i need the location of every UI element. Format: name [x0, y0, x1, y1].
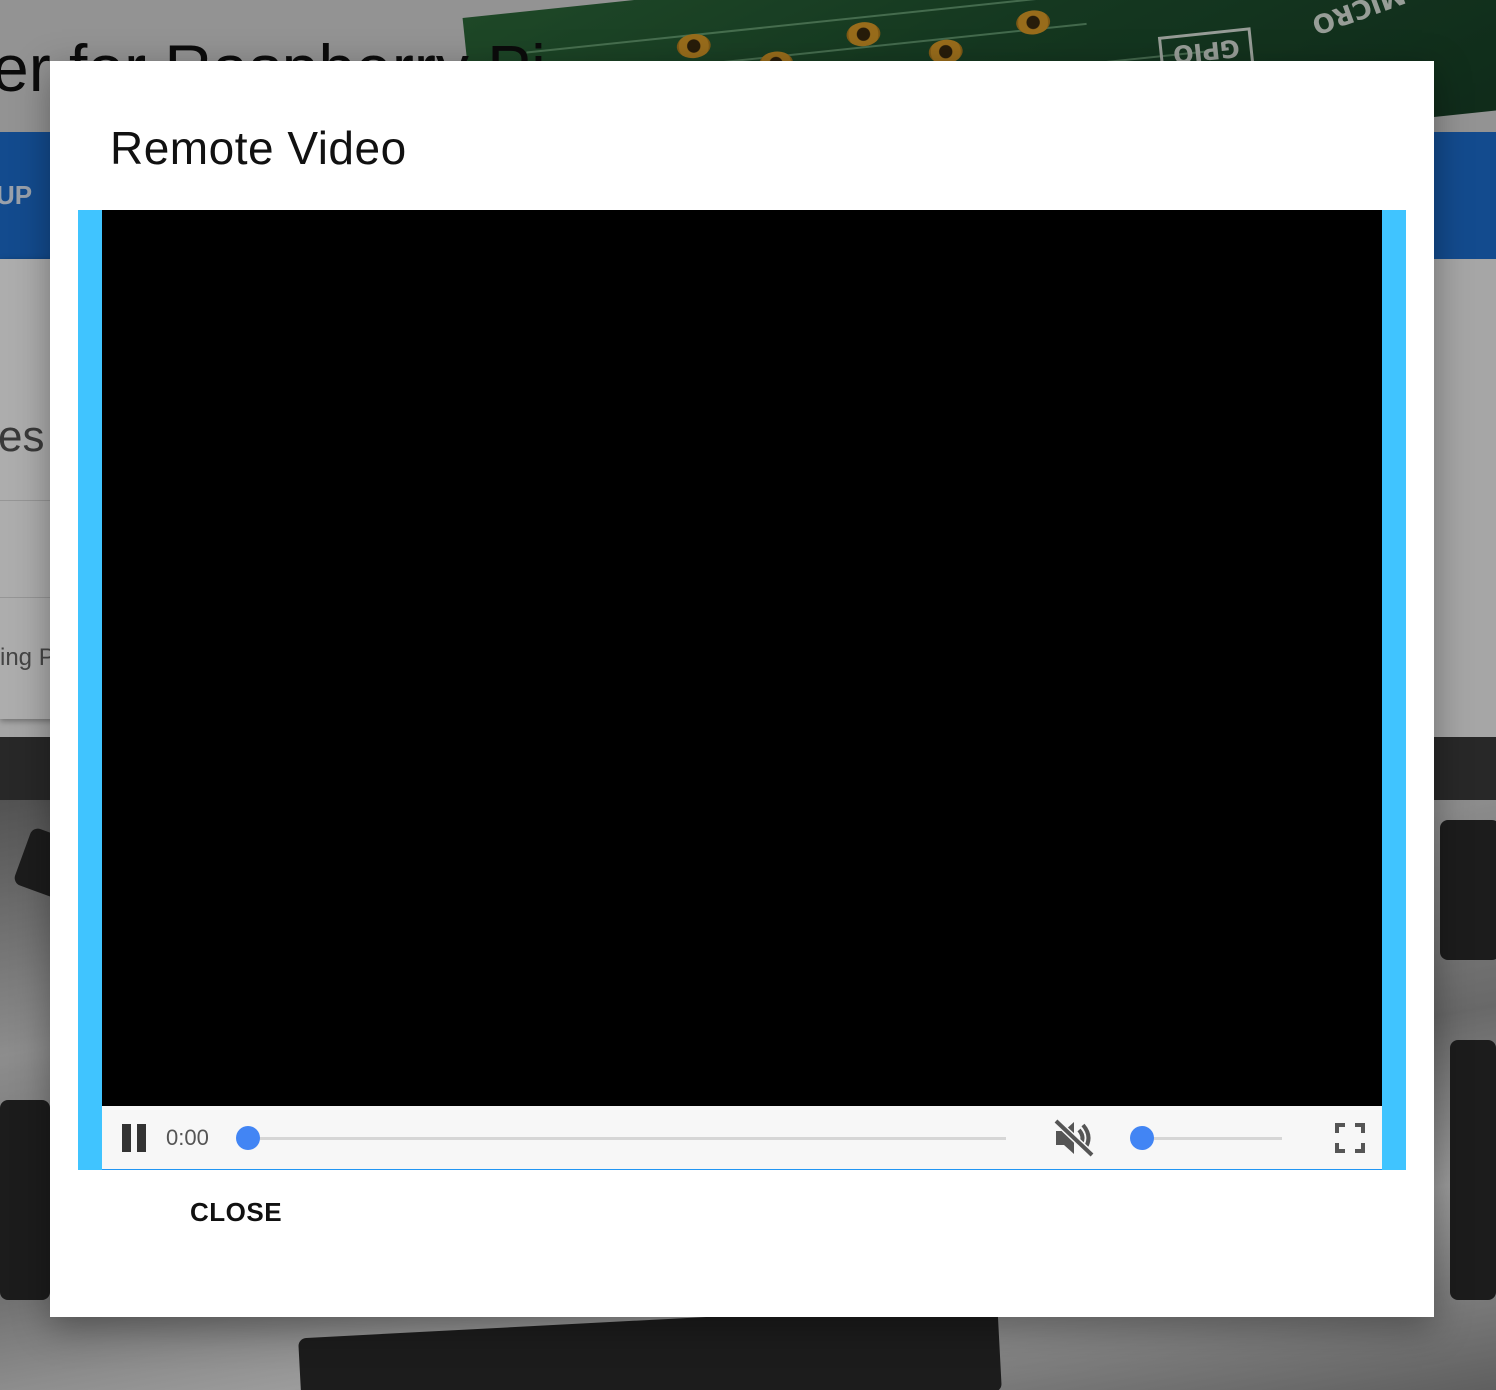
seek-bar[interactable]	[248, 1137, 1006, 1140]
close-button[interactable]: CLOSE	[190, 1197, 282, 1228]
seek-thumb[interactable]	[236, 1126, 260, 1150]
pause-icon[interactable]	[120, 1124, 148, 1152]
current-time: 0:00	[166, 1125, 209, 1150]
remote-video-dialog: Remote Video 0:00 CLOSE	[50, 61, 1434, 1317]
volume-slider[interactable]	[1142, 1137, 1282, 1140]
video-player[interactable]: 0:00	[102, 210, 1382, 1170]
volume-thumb[interactable]	[1130, 1126, 1154, 1150]
dialog-title: Remote Video	[110, 122, 407, 174]
fullscreen-icon[interactable]	[1334, 1122, 1366, 1154]
video-controls: 0:00	[102, 1106, 1382, 1170]
video-frame: 0:00	[78, 210, 1406, 1170]
volume-muted-icon[interactable]	[1052, 1118, 1096, 1158]
